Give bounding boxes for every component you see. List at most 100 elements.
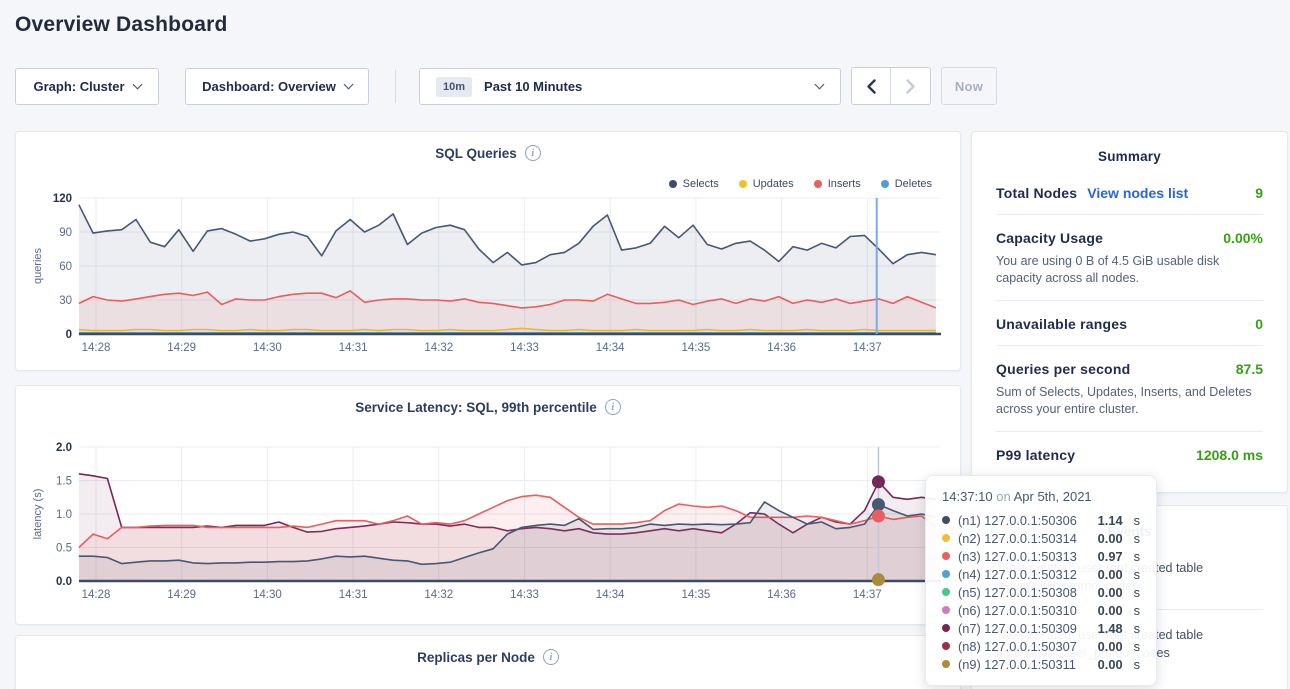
legend-dot bbox=[814, 180, 822, 188]
svg-text:queries: queries bbox=[32, 247, 44, 284]
svg-text:14:29: 14:29 bbox=[167, 589, 196, 601]
time-back-button[interactable] bbox=[852, 68, 891, 104]
summary-row-qps: Queries per second 87.5 Sum of Selects, … bbox=[996, 346, 1263, 432]
legend-label: Inserts bbox=[828, 178, 861, 190]
svg-text:14:32: 14:32 bbox=[424, 342, 453, 354]
summary-title: Summary bbox=[972, 132, 1287, 170]
dashboard-dropdown-label: Dashboard: Overview bbox=[202, 79, 336, 94]
svg-text:latency (s): latency (s) bbox=[32, 489, 44, 540]
summary-row-total-nodes: Total Nodes View nodes list 9 bbox=[996, 170, 1263, 215]
svg-text:14:37: 14:37 bbox=[853, 589, 882, 601]
qps-desc: Sum of Selects, Updates, Inserts, and De… bbox=[996, 384, 1263, 418]
time-pager bbox=[851, 67, 931, 105]
chevron-left-icon bbox=[866, 79, 877, 94]
summary-row-p99: P99 latency 1208.0 ms bbox=[996, 432, 1263, 476]
legend-label: Deletes bbox=[895, 178, 932, 190]
info-icon[interactable]: i bbox=[543, 649, 559, 665]
p99-latency-label: P99 latency bbox=[996, 447, 1075, 463]
controls-divider bbox=[395, 70, 396, 103]
service-latency-chart-card: Service Latency: SQL, 99th percentile i … bbox=[15, 385, 961, 625]
svg-text:14:33: 14:33 bbox=[510, 342, 539, 354]
p99-latency-value: 1208.0 ms bbox=[1196, 447, 1263, 463]
svg-text:14:30: 14:30 bbox=[253, 589, 282, 601]
chevron-down-icon bbox=[815, 80, 825, 90]
time-forward-button[interactable] bbox=[891, 68, 930, 104]
replicas-per-node-chart-card: Replicas per Node i bbox=[15, 635, 961, 689]
svg-text:14:37: 14:37 bbox=[853, 342, 882, 354]
legend-dot bbox=[739, 180, 747, 188]
unavailable-ranges-label: Unavailable ranges bbox=[996, 316, 1127, 332]
svg-text:90: 90 bbox=[59, 227, 72, 239]
overview-dashboard-page: Overview Dashboard Graph: Cluster Dashbo… bbox=[0, 0, 1290, 689]
now-button[interactable]: Now bbox=[941, 67, 997, 105]
chevron-down-icon bbox=[132, 80, 142, 90]
svg-text:14:34: 14:34 bbox=[596, 589, 625, 601]
svg-text:14:31: 14:31 bbox=[339, 589, 368, 601]
dashboard-dropdown[interactable]: Dashboard: Overview bbox=[185, 68, 369, 105]
legend-dot bbox=[881, 180, 889, 188]
sql-queries-chart-plot[interactable]: 14:28 14:29 14:30 14:31 14:32 14:33 14:34 14:35… bbox=[16, 192, 962, 367]
sql-queries-chart-title: SQL Queries bbox=[435, 146, 517, 161]
info-icon[interactable]: i bbox=[525, 145, 541, 161]
legend-label: Updates bbox=[753, 178, 794, 190]
svg-text:14:32: 14:32 bbox=[424, 589, 453, 601]
service-latency-chart-title: Service Latency: SQL, 99th percentile bbox=[355, 400, 597, 415]
legend-item-inserts[interactable]: Inserts bbox=[814, 178, 861, 190]
chevron-down-icon bbox=[343, 80, 353, 90]
replicas-chart-title: Replicas per Node bbox=[417, 650, 535, 665]
svg-text:120: 120 bbox=[53, 193, 72, 205]
service-latency-chart-plot[interactable]: 14:2814:2914:3014:3114:3214:3314:3414:35… bbox=[16, 441, 962, 616]
summary-row-unavailable-ranges: Unavailable ranges 0 bbox=[996, 301, 1263, 346]
svg-text:14:33: 14:33 bbox=[510, 589, 539, 601]
event-item: Table created: user root created tablemo… bbox=[996, 543, 1263, 610]
legend-dot bbox=[669, 180, 677, 188]
events-title: Events bbox=[972, 506, 1287, 543]
svg-text:2.0: 2.0 bbox=[56, 442, 72, 454]
svg-text:1.5: 1.5 bbox=[56, 476, 72, 488]
svg-text:0.0: 0.0 bbox=[56, 576, 72, 588]
summary-row-capacity: Capacity Usage 0.00% You are using 0 B o… bbox=[996, 215, 1263, 301]
svg-text:14:35: 14:35 bbox=[682, 342, 711, 354]
svg-text:14:36: 14:36 bbox=[767, 342, 796, 354]
svg-text:14:34: 14:34 bbox=[596, 342, 625, 354]
legend-label: Selects bbox=[683, 178, 719, 190]
svg-text:14:30: 14:30 bbox=[253, 342, 282, 354]
summary-panel: Summary Total Nodes View nodes list 9 Ca… bbox=[971, 131, 1288, 493]
sql-queries-chart-card: SQL Queries i Selects Updates Inserts Delet… bbox=[15, 131, 961, 371]
time-range-selector[interactable]: 10m Past 10 Minutes bbox=[419, 68, 841, 105]
sql-queries-legend: Selects Updates Inserts Deletes bbox=[669, 178, 932, 190]
node-color-dot bbox=[942, 624, 950, 632]
svg-text:14:28: 14:28 bbox=[82, 342, 111, 354]
qps-label: Queries per second bbox=[996, 361, 1130, 377]
graph-dropdown[interactable]: Graph: Cluster bbox=[15, 68, 159, 105]
legend-item-selects[interactable]: Selects bbox=[669, 178, 719, 190]
view-nodes-list-link[interactable]: View nodes list bbox=[1087, 185, 1188, 201]
graph-dropdown-label: Graph: Cluster bbox=[33, 79, 124, 94]
legend-item-updates[interactable]: Updates bbox=[739, 178, 794, 190]
capacity-usage-desc: You are using 0 B of 4.5 GiB usable disk… bbox=[996, 253, 1263, 287]
info-icon[interactable]: i bbox=[605, 399, 621, 415]
total-nodes-value: 9 bbox=[1255, 185, 1263, 201]
total-nodes-label: Total Nodes bbox=[996, 185, 1077, 201]
svg-text:14:29: 14:29 bbox=[167, 342, 196, 354]
svg-text:60: 60 bbox=[59, 261, 72, 273]
qps-value: 87.5 bbox=[1236, 361, 1263, 377]
svg-text:30: 30 bbox=[59, 295, 72, 307]
svg-text:14:31: 14:31 bbox=[339, 342, 368, 354]
svg-text:1.0: 1.0 bbox=[56, 509, 72, 521]
legend-item-deletes[interactable]: Deletes bbox=[881, 178, 932, 190]
svg-text:0: 0 bbox=[66, 329, 72, 341]
capacity-usage-value: 0.00% bbox=[1223, 230, 1263, 246]
chevron-right-icon bbox=[905, 79, 916, 94]
unavailable-ranges-value: 0 bbox=[1255, 316, 1263, 332]
page-title: Overview Dashboard bbox=[15, 13, 228, 37]
time-range-badge: 10m bbox=[436, 77, 472, 97]
events-panel: Events Table created: user root created … bbox=[971, 505, 1288, 689]
svg-text:14:36: 14:36 bbox=[767, 589, 796, 601]
events-list: Table created: user root created tablemo… bbox=[972, 543, 1287, 676]
svg-text:0.5: 0.5 bbox=[56, 543, 72, 555]
capacity-usage-label: Capacity Usage bbox=[996, 230, 1103, 246]
event-item: Table created: user root created tablemo… bbox=[996, 610, 1263, 676]
svg-text:14:28: 14:28 bbox=[82, 589, 111, 601]
time-range-label: Past 10 Minutes bbox=[484, 79, 582, 94]
